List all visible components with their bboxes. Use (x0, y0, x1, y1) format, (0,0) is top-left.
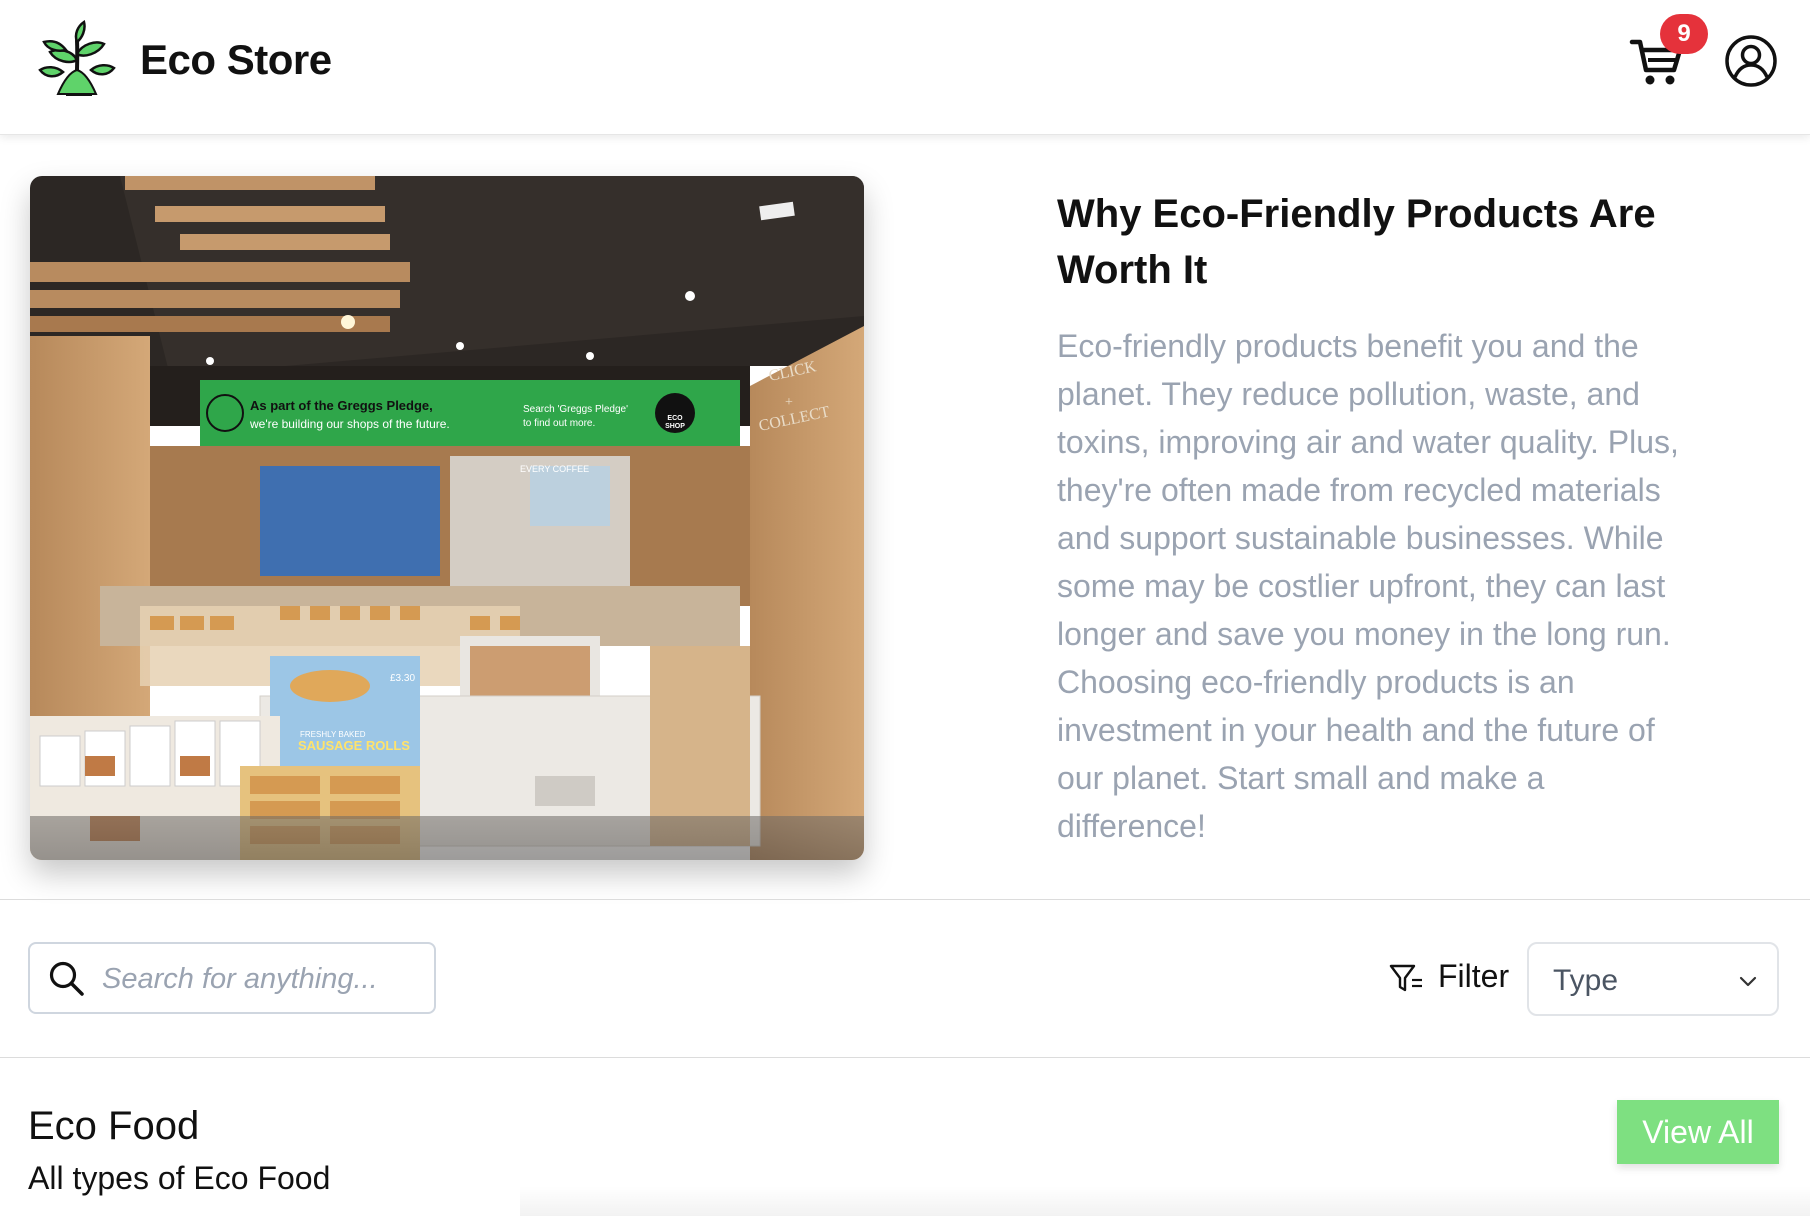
plant-logo-icon[interactable] (36, 20, 118, 102)
type-select-value: Type (1553, 964, 1619, 997)
hero-body-text: Eco-friendly products benefit you and th… (1057, 328, 1679, 844)
search-input[interactable] (100, 952, 424, 1006)
hero-counter-label-line2: SAUSAGE ROLLS (298, 738, 410, 753)
hero-side-sign-line2: + (785, 395, 793, 410)
top-header: Eco Store 9 (0, 0, 1810, 135)
hero-banner-line2: we're building our shops of the future. (249, 417, 450, 431)
type-select[interactable]: Type (1527, 942, 1779, 1016)
store-interior-illustration: As part of the Greggs Pledge, we're buil… (30, 176, 864, 860)
hero-title: Why Eco-Friendly Products Are Worth It (1057, 192, 1656, 292)
section-divider (0, 899, 1810, 900)
hero-banner-line1: As part of the Greggs Pledge, (250, 398, 433, 413)
cart-count-badge: 9 (1660, 14, 1708, 54)
hero-badge-line1: ECO (667, 415, 683, 422)
section-title: Eco Food (28, 1104, 200, 1148)
filter-label[interactable]: Filter (1438, 958, 1509, 995)
filter-icon[interactable] (1388, 960, 1424, 996)
user-icon[interactable] (1724, 34, 1778, 88)
card-row-shadow (520, 1186, 1810, 1216)
search-icon (49, 961, 84, 996)
brand-name[interactable]: Eco Store (140, 36, 332, 84)
view-all-button[interactable]: View All (1617, 1100, 1779, 1164)
hero-coffee-sign: EVERY COFFEE (520, 464, 589, 474)
hero-banner-search-line2: to find out more. (523, 418, 595, 429)
section-divider-2 (0, 1057, 1810, 1058)
hero-banner-search-line1: Search 'Greggs Pledge' (523, 404, 628, 415)
chevron-down-icon (1739, 976, 1757, 987)
hero-store-image: As part of the Greggs Pledge, we're buil… (30, 176, 864, 860)
hero-badge-line2: SHOP (665, 423, 685, 430)
hero-price-tag: £3.30 (390, 673, 415, 684)
search-box[interactable] (28, 942, 436, 1014)
section-subtitle: All types of Eco Food (28, 1160, 331, 1196)
